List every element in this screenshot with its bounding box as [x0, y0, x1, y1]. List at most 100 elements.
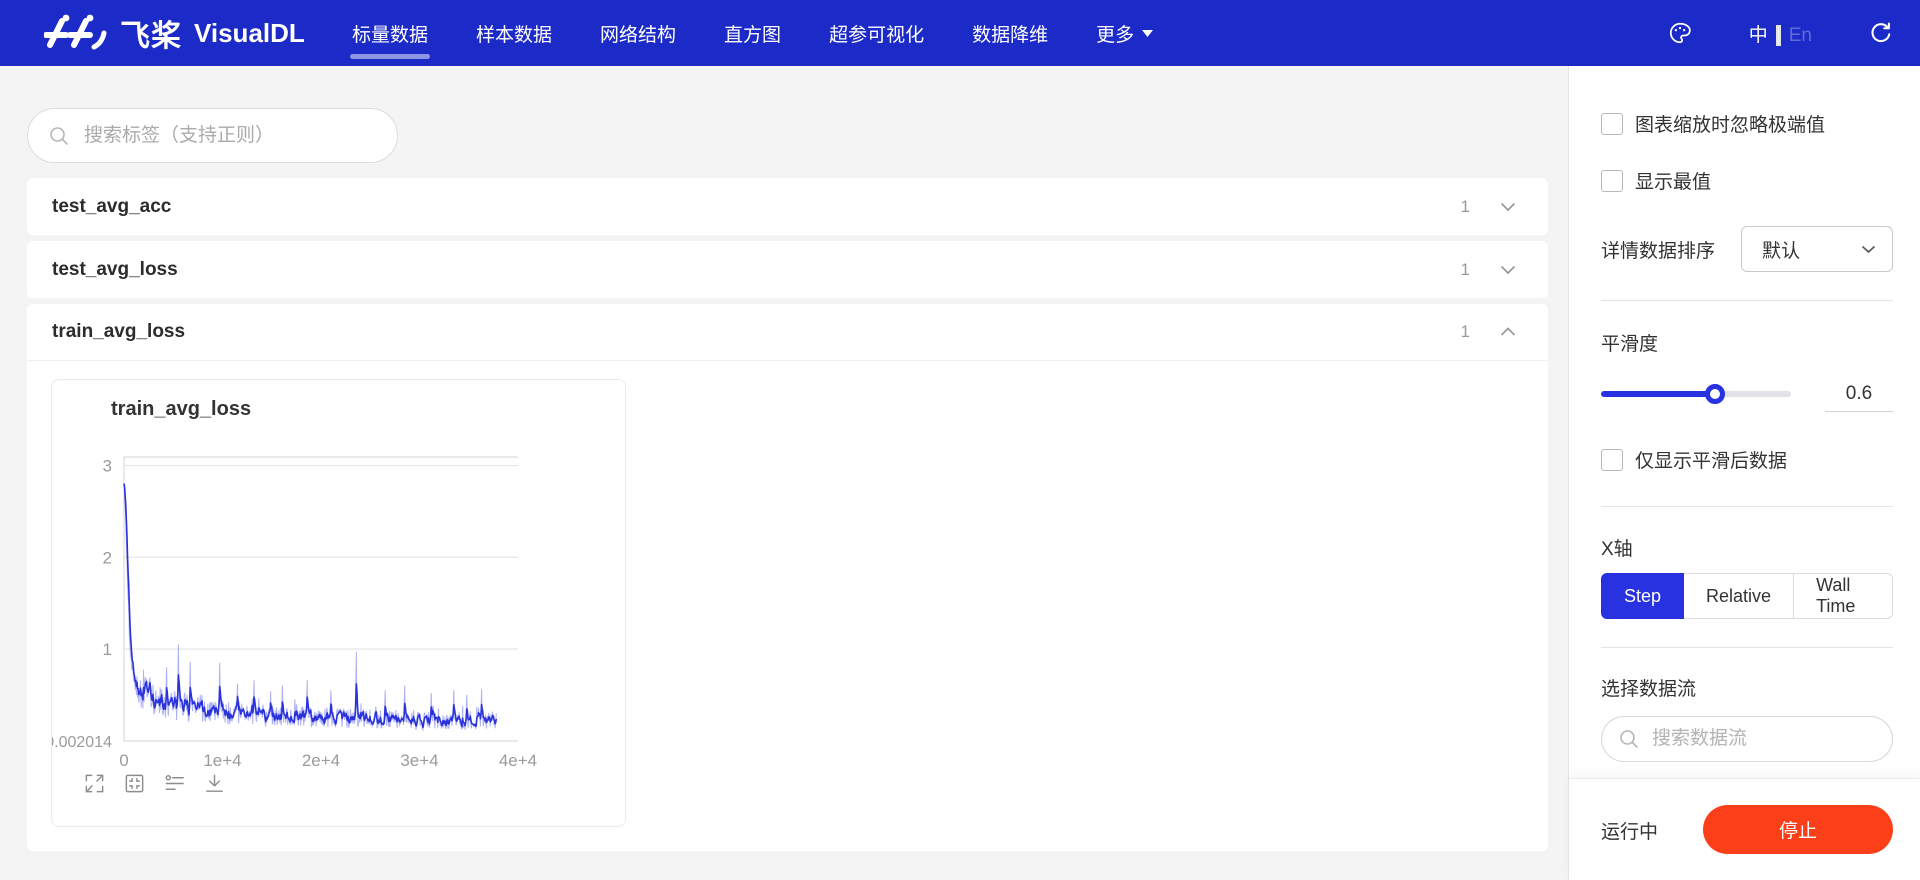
only-smoothed-checkbox[interactable] [1601, 449, 1623, 471]
tab-label: 样本数据 [476, 20, 552, 47]
svg-text:2e+4: 2e+4 [302, 751, 340, 770]
chart-toolbar [83, 772, 226, 795]
lang-zh[interactable]: 中 [1749, 25, 1768, 46]
panel-header[interactable]: test_avg_loss 1 [27, 241, 1548, 298]
detail-sort-label: 详情数据排序 [1601, 236, 1715, 263]
detail-sort-value: 默认 [1762, 236, 1861, 263]
slider-knob[interactable] [1705, 384, 1725, 404]
only-smoothed-option[interactable]: 仅显示平滑后数据 [1601, 446, 1893, 473]
search-icon [48, 125, 70, 147]
chevron-up-icon[interactable] [1500, 327, 1516, 337]
run-control-footer: 运行中 停止 [1569, 778, 1920, 880]
tab-graph[interactable]: 网络结构 [600, 0, 676, 66]
chart-title: train_avg_loss [111, 398, 251, 421]
search-icon [1618, 728, 1640, 750]
nav-right: 中 | En [1667, 0, 1894, 66]
train-avg-loss-chart[interactable]: 3 2 1 0.002014 0 1e+4 2e+4 3e+4 4e+4 [52, 440, 627, 772]
ignore-extremes-checkbox[interactable] [1601, 113, 1623, 135]
brand-product: VisualDL [194, 18, 305, 49]
brand[interactable]: 飞桨 VisualDL [44, 11, 344, 55]
svg-text:3: 3 [103, 457, 112, 476]
runs-search-input[interactable] [1652, 728, 1897, 750]
chevron-down-icon[interactable] [1500, 202, 1516, 212]
smoothing-row [1601, 374, 1893, 414]
xaxis-step-button[interactable]: Step [1601, 573, 1684, 619]
detail-sort-row: 详情数据排序 默认 [1601, 226, 1893, 272]
divider [1601, 300, 1893, 301]
svg-text:2: 2 [103, 548, 112, 567]
svg-text:0.002014: 0.002014 [52, 734, 112, 751]
smoothing-value-input[interactable] [1825, 377, 1893, 412]
xaxis-mode-group: Step Relative Wall Time [1601, 573, 1893, 619]
svg-text:3e+4: 3e+4 [400, 751, 438, 770]
slider-fill [1601, 391, 1715, 397]
panel-title: test_avg_loss [52, 259, 1461, 281]
panel-title: test_avg_acc [52, 196, 1461, 218]
panel-test-avg-loss: test_avg_loss 1 [27, 241, 1548, 298]
top-nav: 飞桨 VisualDL 标量数据 样本数据 网络结构 直方图 超参可视化 数据降维 更多 中… [0, 0, 1920, 66]
only-smoothed-label: 仅显示平滑后数据 [1635, 446, 1787, 473]
detail-sort-dropdown[interactable]: 默认 [1741, 226, 1893, 272]
tab-label: 数据降维 [972, 20, 1048, 47]
xaxis-walltime-button[interactable]: Wall Time [1793, 573, 1893, 619]
runs-filter-icon[interactable] [163, 772, 186, 795]
tab-label: 网络结构 [600, 20, 676, 47]
tab-histogram[interactable]: 直方图 [724, 0, 781, 66]
svg-text:4e+4: 4e+4 [499, 751, 537, 770]
panel-header[interactable]: train_avg_loss 1 [27, 304, 1548, 361]
xaxis-label: X轴 [1601, 534, 1893, 561]
panel-count: 1 [1461, 322, 1470, 342]
tab-label: 超参可视化 [829, 20, 924, 47]
show-extremum-label: 显示最值 [1635, 167, 1711, 194]
chevron-down-icon[interactable] [1500, 265, 1516, 275]
divider [1601, 647, 1893, 648]
svg-text:1e+4: 1e+4 [203, 751, 241, 770]
tab-more[interactable]: 更多 [1096, 0, 1153, 66]
panel-title: train_avg_loss [52, 321, 1461, 343]
ignore-extremes-label: 图表缩放时忽略极端值 [1635, 110, 1825, 137]
tab-hyperparameter[interactable]: 超参可视化 [829, 0, 924, 66]
nav-tabs: 标量数据 样本数据 网络结构 直方图 超参可视化 数据降维 更多 [352, 0, 1153, 66]
divider [1601, 506, 1893, 507]
runs-label: 选择数据流 [1601, 674, 1893, 701]
show-extremum-option[interactable]: 显示最值 [1601, 167, 1893, 194]
smoothing-slider[interactable] [1601, 391, 1791, 397]
settings-sidebar: 图表缩放时忽略极端值 显示最值 详情数据排序 默认 平滑度 [1568, 66, 1920, 880]
panel-header[interactable]: test_avg_acc 1 [27, 178, 1548, 235]
lang-divider: | [1776, 25, 1781, 46]
smoothing-label: 平滑度 [1601, 329, 1893, 356]
refresh-icon[interactable] [1868, 20, 1894, 46]
running-status-label: 运行中 [1601, 817, 1658, 844]
tab-scalar[interactable]: 标量数据 [352, 0, 428, 66]
tab-label: 更多 [1096, 20, 1134, 47]
language-toggle[interactable]: 中 | En [1749, 20, 1812, 47]
chevron-down-icon [1861, 245, 1876, 254]
tag-search-input[interactable] [84, 125, 377, 147]
download-icon[interactable] [203, 772, 226, 795]
tab-sample[interactable]: 样本数据 [476, 0, 552, 66]
svg-text:1: 1 [103, 640, 112, 659]
svg-text:0: 0 [119, 751, 128, 770]
main-content: test_avg_acc 1 test_avg_loss 1 train_avg… [0, 66, 1568, 880]
panel-test-avg-acc: test_avg_acc 1 [27, 178, 1548, 235]
caret-down-icon [1142, 30, 1153, 37]
panel-train-avg-loss: train_avg_loss 1 train_avg_loss 3 2 1 0.002… [27, 304, 1548, 851]
restore-scale-icon[interactable] [123, 772, 146, 795]
tab-high-dimensional[interactable]: 数据降维 [972, 0, 1048, 66]
fullscreen-icon[interactable] [83, 772, 106, 795]
lang-en[interactable]: En [1789, 25, 1812, 46]
chart-card: train_avg_loss 3 2 1 0.002014 0 1e+4 2e+4 3e+4 4… [51, 379, 626, 827]
tab-label: 直方图 [724, 20, 781, 47]
stop-button[interactable]: 停止 [1703, 805, 1893, 854]
panel-count: 1 [1461, 260, 1470, 280]
theme-palette-icon[interactable] [1667, 20, 1693, 46]
tab-label: 标量数据 [352, 20, 428, 47]
show-extremum-checkbox[interactable] [1601, 170, 1623, 192]
ignore-extremes-option[interactable]: 图表缩放时忽略极端值 [1601, 110, 1893, 137]
runs-search[interactable] [1601, 716, 1893, 762]
paddlepaddle-logo-icon [44, 13, 110, 53]
tag-search[interactable] [27, 108, 398, 163]
panel-count: 1 [1461, 197, 1470, 217]
xaxis-relative-button[interactable]: Relative [1683, 573, 1794, 619]
brand-cn: 飞桨 [120, 11, 182, 55]
